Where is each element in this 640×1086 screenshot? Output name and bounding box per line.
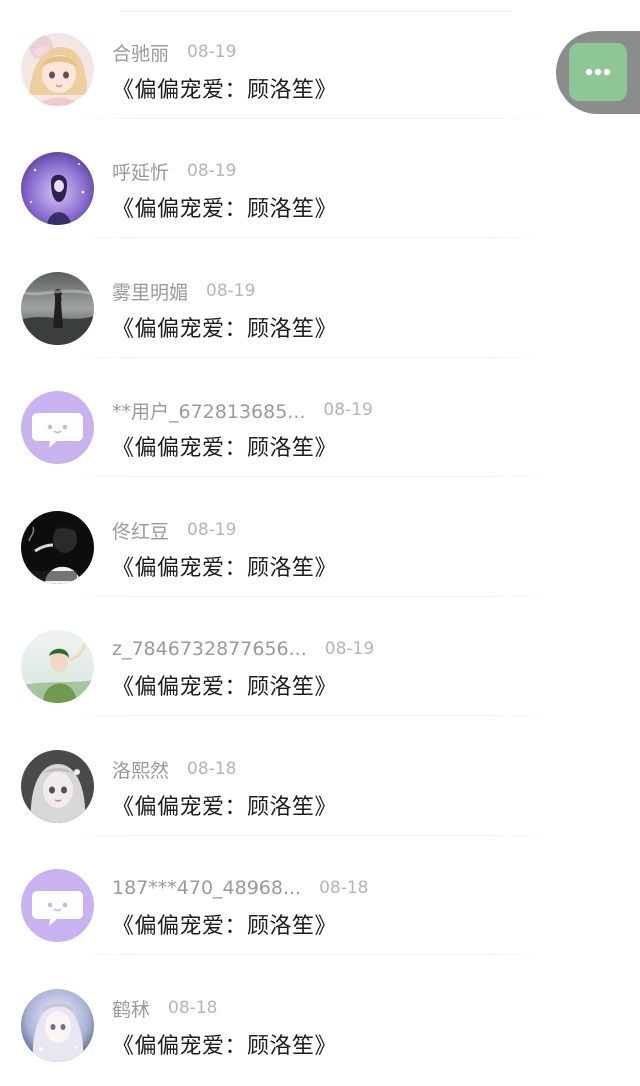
comment-item[interactable]: 187***470_48968... 08-18 《偏偏宠爱：顾洛笙》 [0, 836, 640, 955]
comment-meta: 雾里明媚 08-19 [112, 277, 255, 305]
username[interactable]: 佟红豆 [112, 517, 169, 544]
user-avatar[interactable] [21, 33, 94, 106]
comment-item[interactable]: 洛熙然 08-18 《偏偏宠爱：顾洛笙》 [0, 717, 640, 836]
comment-date: 08-18 [168, 998, 218, 1018]
user-avatar[interactable] [21, 869, 94, 942]
username[interactable]: 鹤秫 [112, 995, 150, 1022]
comment-meta: 合驰丽 08-19 [112, 38, 236, 66]
comment-text: 《偏偏宠爱：顾洛笙》 [112, 78, 338, 103]
comment-text: 《偏偏宠爱：顾洛笙》 [112, 795, 338, 820]
comment-item[interactable]: 佟红豆 08-19 《偏偏宠爱：顾洛笙》 [0, 478, 640, 597]
comment-item[interactable]: z_7846732877656... 08-19 《偏偏宠爱：顾洛笙》 [0, 597, 640, 716]
floating-more-button[interactable] [556, 31, 640, 114]
comment-date: 08-19 [187, 42, 237, 62]
comment-item[interactable]: 雾里明媚 08-19 《偏偏宠爱：顾洛笙》 [0, 239, 640, 358]
row-divider [70, 954, 550, 955]
comment-meta: **用户_672813685... 08-19 [112, 396, 373, 424]
comment-date: 08-19 [324, 639, 375, 659]
comment-text: 《偏偏宠爱：顾洛笙》 [112, 1034, 338, 1059]
comment-date: 08-19 [187, 520, 237, 540]
user-avatar[interactable] [21, 272, 94, 345]
user-avatar[interactable] [21, 511, 94, 584]
more-button-inner[interactable] [569, 43, 627, 101]
username[interactable]: z_7846732877656... [112, 638, 307, 660]
row-divider [70, 476, 550, 477]
username[interactable]: **用户_672813685... [112, 397, 305, 424]
comment-date: 08-18 [187, 759, 237, 779]
comment-meta: 呼延忻 08-19 [112, 157, 236, 185]
username[interactable]: 呼延忻 [112, 158, 169, 185]
comment-date: 08-18 [319, 878, 369, 898]
comment-text: 《偏偏宠爱：顾洛笙》 [112, 197, 338, 222]
user-avatar[interactable] [21, 989, 94, 1062]
comment-text: 《偏偏宠爱：顾洛笙》 [112, 556, 338, 581]
more-dots-icon [585, 68, 611, 76]
username[interactable]: 合驰丽 [112, 39, 169, 66]
user-avatar[interactable] [21, 750, 94, 823]
comment-meta: 鹤秫 08-18 [112, 994, 217, 1022]
comment-text: 《偏偏宠爱：顾洛笙》 [112, 914, 338, 939]
comment-text: 《偏偏宠爱：顾洛笙》 [112, 317, 338, 342]
comment-date: 08-19 [187, 161, 237, 181]
comment-item[interactable]: 合驰丽 08-19 《偏偏宠爱：顾洛笙》 [0, 0, 640, 119]
username[interactable]: 187***470_48968... [112, 877, 301, 899]
comment-text: 《偏偏宠爱：顾洛笙》 [112, 675, 338, 700]
username[interactable]: 洛熙然 [112, 756, 169, 783]
row-divider [70, 715, 550, 716]
comment-meta: 洛熙然 08-18 [112, 755, 236, 783]
comment-meta: 佟红豆 08-19 [112, 516, 236, 544]
comment-text: 《偏偏宠爱：顾洛笙》 [112, 436, 338, 461]
row-divider [70, 237, 550, 238]
user-avatar[interactable] [21, 391, 94, 464]
comment-meta: 187***470_48968... 08-18 [112, 874, 369, 902]
comment-item[interactable]: 呼延忻 08-19 《偏偏宠爱：顾洛笙》 [0, 119, 640, 238]
comment-meta: z_7846732877656... 08-19 [112, 635, 374, 663]
comment-date: 08-19 [206, 281, 256, 301]
comment-item[interactable]: 鹤秫 08-18 《偏偏宠爱：顾洛笙》 [0, 956, 640, 1075]
user-avatar[interactable] [21, 152, 94, 225]
comment-date: 08-19 [323, 400, 373, 420]
comment-item[interactable]: **用户_672813685... 08-19 《偏偏宠爱：顾洛笙》 [0, 358, 640, 477]
username[interactable]: 雾里明媚 [112, 278, 188, 305]
user-avatar[interactable] [21, 630, 94, 703]
